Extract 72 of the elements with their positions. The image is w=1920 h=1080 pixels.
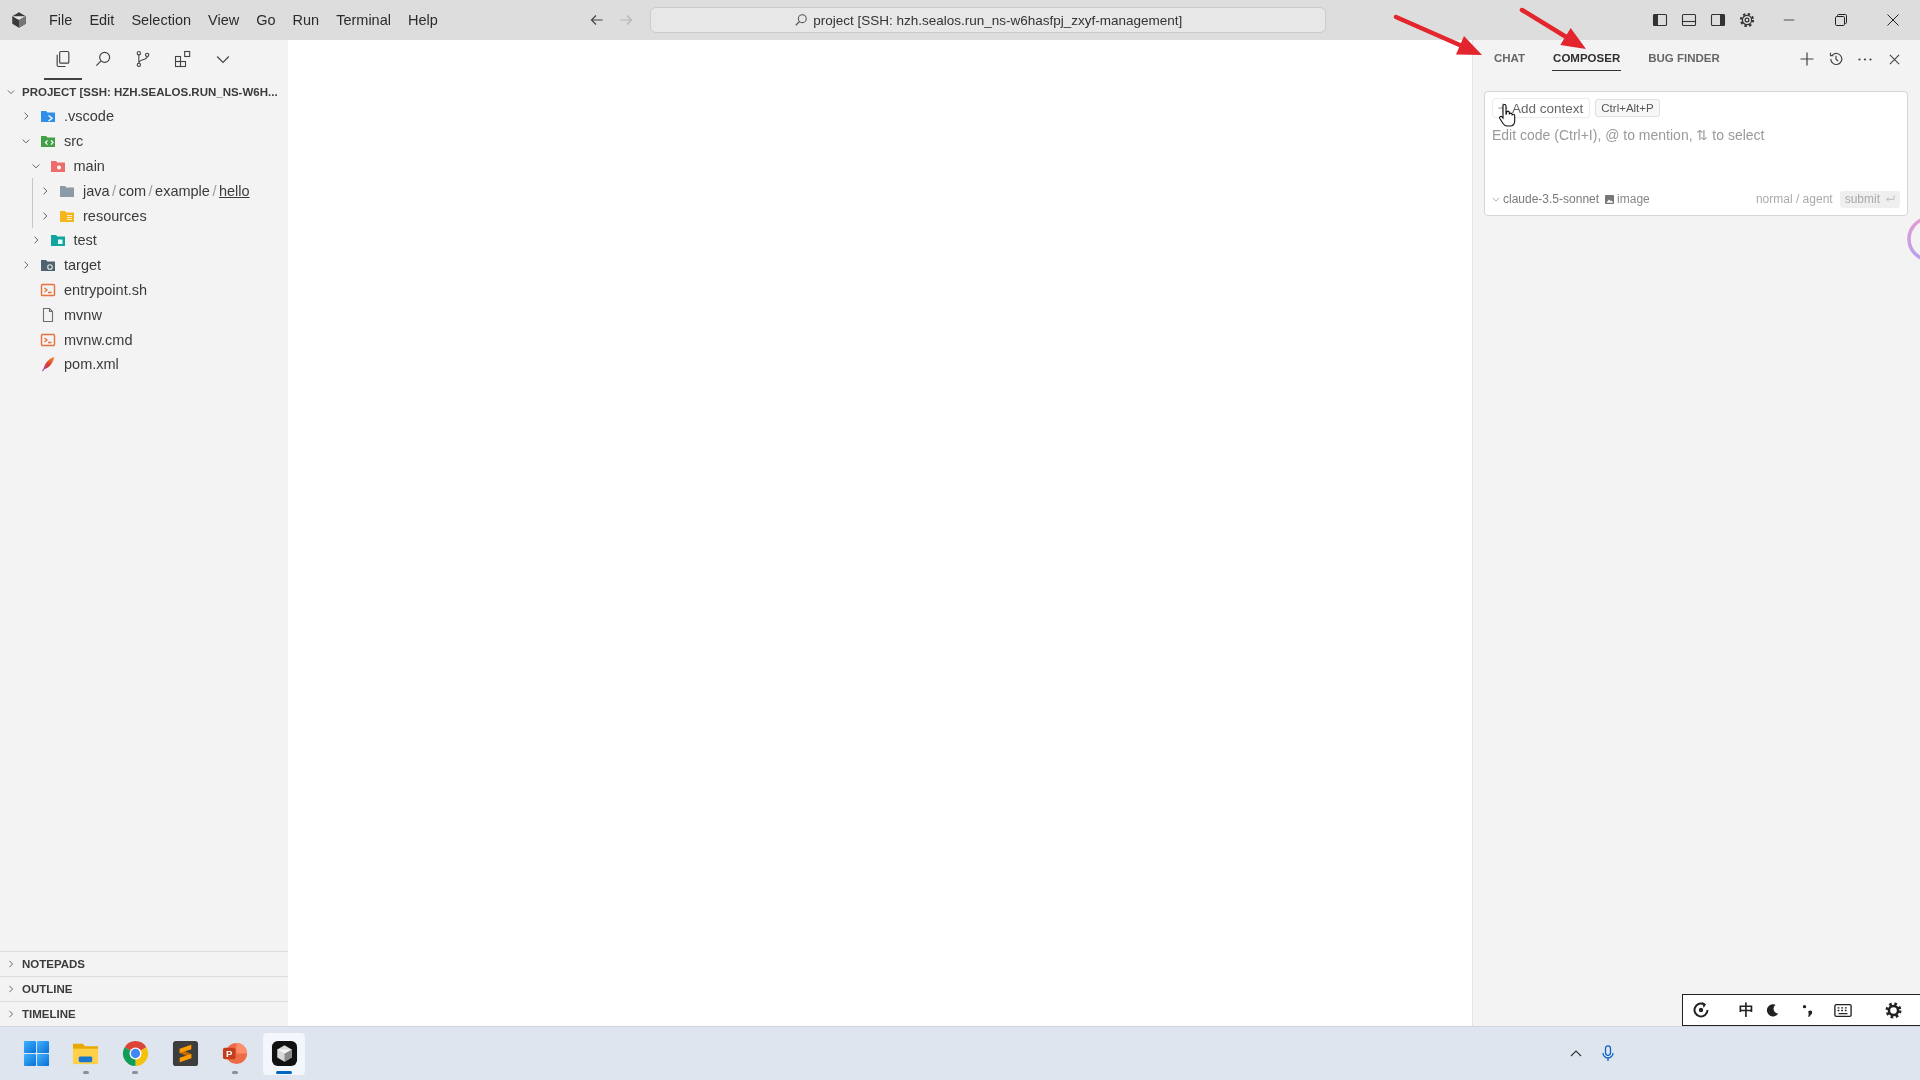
arrow-right-icon (618, 12, 635, 28)
folder-item[interactable]: main (29, 155, 105, 177)
history-icon (1828, 51, 1844, 67)
menu-item[interactable]: Run (284, 6, 328, 34)
mode-label: normal / agent (1755, 192, 1833, 206)
attach-image-button[interactable]: image (1605, 192, 1650, 206)
menu-item[interactable]: Terminal (327, 6, 400, 34)
folder-item[interactable]: .vscode (20, 105, 114, 128)
settings-icon (1738, 12, 1755, 28)
panel-tab[interactable]: CHAT (1493, 47, 1527, 71)
folder-icon (49, 158, 66, 174)
folder-item[interactable]: src (20, 130, 84, 153)
feather-icon (40, 356, 56, 373)
document-item[interactable]: mvnw (20, 303, 102, 326)
search-icon (794, 13, 809, 27)
folder-item[interactable]: test (29, 229, 97, 252)
section-header[interactable]: TIMELINE (6, 1003, 76, 1025)
presentation-app-button[interactable]: P (213, 1032, 256, 1075)
grid-logo-icon (22, 1040, 50, 1067)
composer-input[interactable]: Edit code (Ctrl+I), @ to mention, ⇅ to select (1492, 127, 1900, 190)
menu-item[interactable]: Selection (122, 6, 200, 34)
menu-item[interactable]: Help (399, 6, 447, 34)
minimize-icon (1783, 19, 1796, 21)
section-header[interactable]: NOTEPADS (6, 953, 86, 975)
editor-logo-icon (171, 1040, 199, 1067)
punctuation-icon (1802, 1003, 1812, 1017)
browser-logo-icon (121, 1040, 149, 1067)
refresh-icon (1691, 1000, 1711, 1020)
close-icon (1888, 53, 1900, 65)
folder-icon (49, 232, 66, 249)
chevron-down-icon (1492, 196, 1500, 202)
terminal-file-icon (40, 281, 56, 298)
section-header[interactable]: OUTLINE (6, 978, 73, 1000)
terminal-file-icon (40, 331, 56, 348)
folder-item[interactable]: target (20, 254, 102, 277)
folder-icon (40, 108, 56, 125)
model-selector[interactable]: claude-3.5-sonnet (1492, 192, 1600, 206)
keyboard-icon (1834, 1002, 1852, 1018)
document-item[interactable]: pom.xml (20, 353, 119, 376)
shortcut-hint: Ctrl+Alt+P (1595, 99, 1660, 117)
code-folder-icon (40, 133, 56, 150)
folder-icon (40, 257, 56, 274)
code-editor-button[interactable] (263, 1032, 306, 1075)
explorer-header[interactable]: PROJECT [SSH: HZH.SEALOS.RUN_NS-W6H... (6, 81, 278, 103)
restore-icon (1835, 14, 1848, 26)
return-icon (1885, 195, 1895, 203)
image-icon (1605, 194, 1615, 204)
input-mode-label[interactable]: 中 (1739, 1000, 1754, 1020)
microphone-icon (1602, 1045, 1614, 1062)
crescent-icon (1766, 1003, 1780, 1017)
extensions-icon (173, 49, 193, 69)
cube-logo-icon (270, 1040, 298, 1067)
command-center[interactable]: project [SSH: hzh.sealos.run_ns-w6hasfpj_zxyf-management] (650, 7, 1327, 33)
panel-tab[interactable]: BUG FINDER (1647, 47, 1721, 71)
menu-item[interactable]: Edit (80, 6, 123, 34)
close-icon (1887, 14, 1900, 26)
document-item[interactable]: entrypoint.sh (20, 278, 148, 301)
chevron-up-icon (1570, 1050, 1582, 1057)
document-icon (40, 306, 56, 323)
arrow-left-icon (589, 12, 606, 28)
ellipsis-icon (1858, 57, 1872, 61)
add-context-button[interactable]: Add context (1492, 98, 1591, 118)
folder-item[interactable]: resources (39, 204, 147, 227)
settings-icon (1885, 1001, 1902, 1019)
menu-item[interactable]: File (40, 6, 81, 34)
plus-icon (1799, 51, 1815, 67)
menu-item[interactable]: Go (247, 6, 285, 34)
search-icon (93, 49, 113, 69)
cube-logo-icon (10, 11, 28, 29)
folder-item[interactable]: java / com / example / hello (39, 179, 250, 202)
menu-item[interactable]: View (199, 6, 248, 34)
document-item[interactable]: mvnw.cmd (20, 328, 133, 351)
